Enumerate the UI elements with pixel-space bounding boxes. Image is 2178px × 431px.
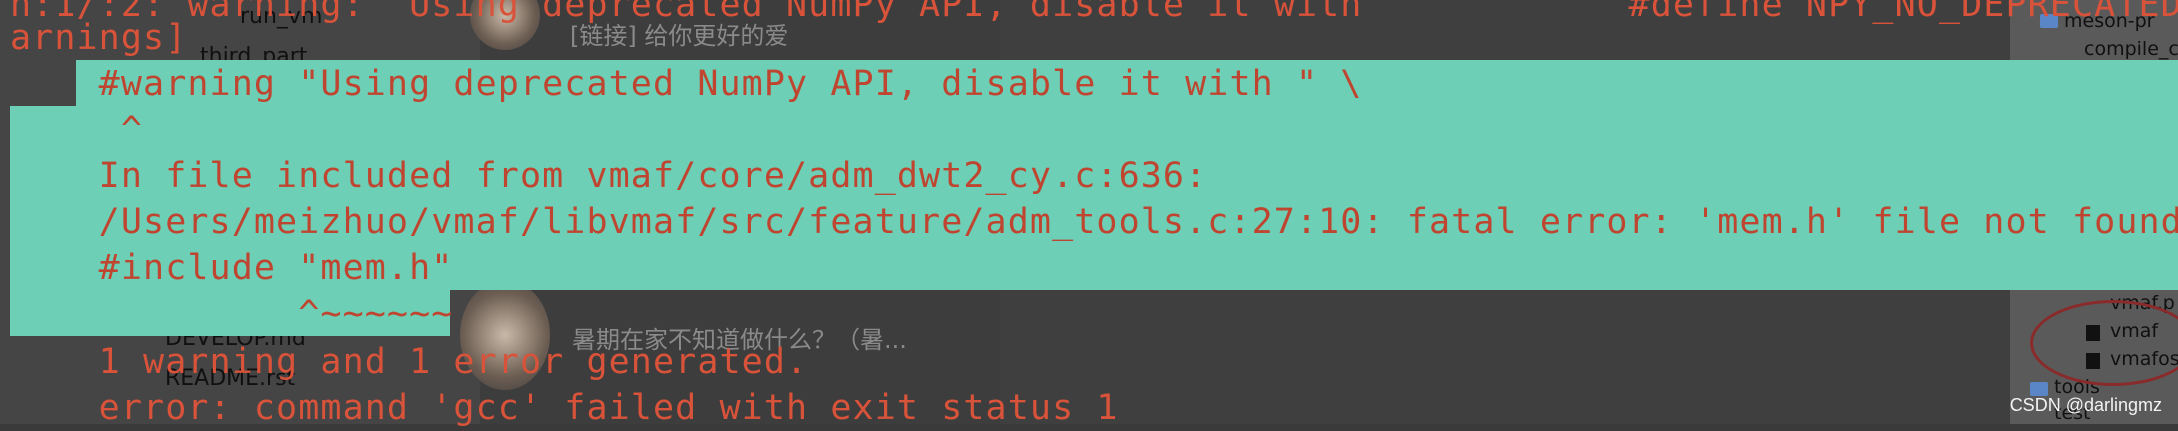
- terminal-line: arnings]: [10, 18, 188, 58]
- terminal-line: ^~~~~~~: [10, 294, 454, 334]
- watermark: CSDN @darlingmz: [2009, 395, 2162, 415]
- terminal-line: ^: [10, 110, 144, 150]
- terminal-line: #include "mem.h": [10, 248, 454, 288]
- terminal-output[interactable]: n:1/:2: warning: "Using deprecated NumPy…: [0, 0, 2178, 428]
- terminal-line: n:1/:2: warning: "Using deprecated NumPy…: [10, 0, 2178, 25]
- terminal-line: In file included from vmaf/core/adm_dwt2…: [10, 156, 1208, 196]
- terminal-line: /Users/meizhuo/vmaf/libvmaf/src/feature/…: [10, 202, 2178, 242]
- terminal-line: error: command 'gcc' failed with exit st…: [10, 388, 1119, 428]
- terminal-line: 1 warning and 1 error generated.: [10, 342, 809, 382]
- terminal-line: #warning "Using deprecated NumPy API, di…: [10, 64, 1363, 104]
